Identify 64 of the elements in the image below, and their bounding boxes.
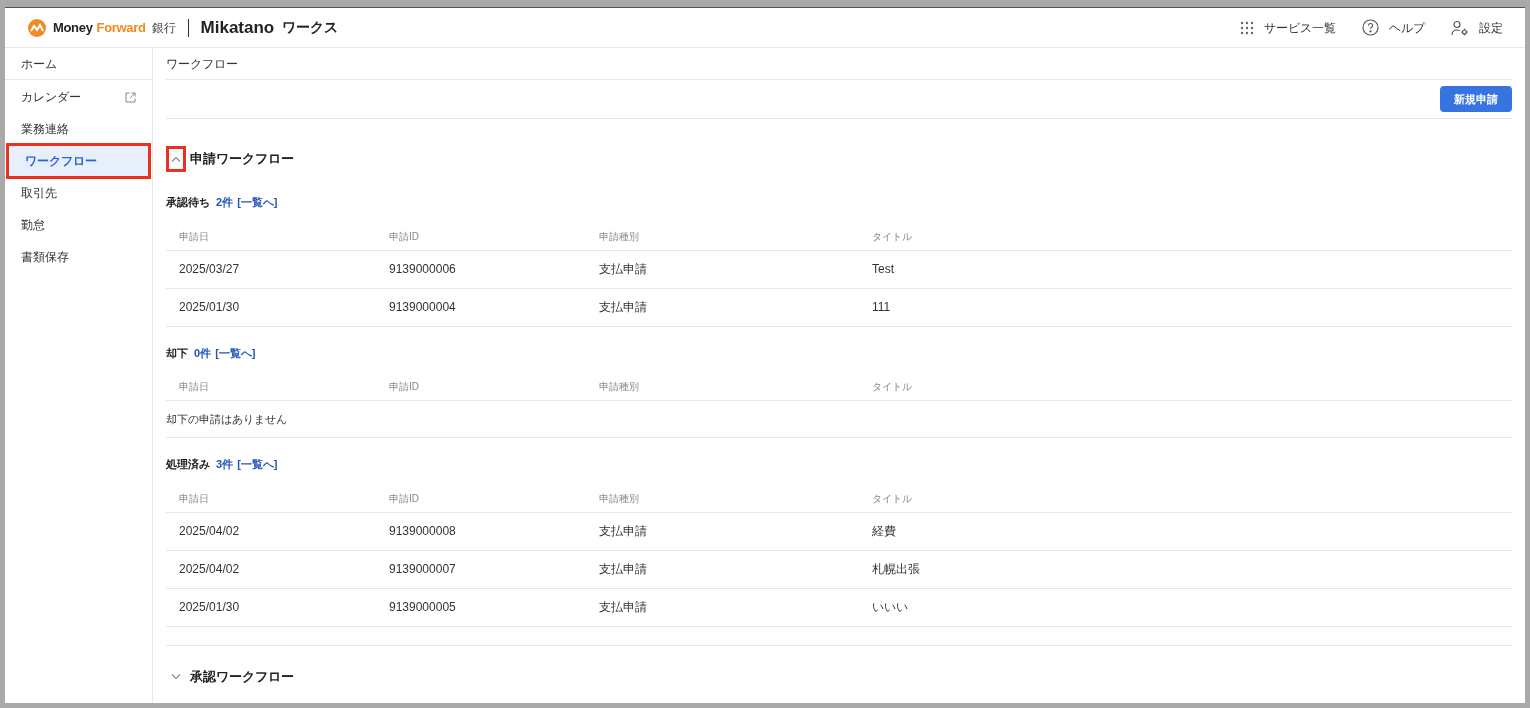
new-request-button[interactable]: 新規申請	[1440, 86, 1512, 112]
page-title: ワークフロー	[166, 48, 1512, 80]
column-header: 申請種別	[599, 229, 640, 244]
header-link[interactable]: ヘルプ	[1362, 18, 1425, 37]
group-label: 処理済み	[166, 457, 210, 472]
table-cell-text: 支払申請	[599, 261, 648, 278]
sidebar-item[interactable]: ホーム	[5, 48, 152, 79]
sidebar-item[interactable]: 書類保存	[5, 241, 152, 273]
product-suffix: ワークス	[282, 18, 339, 37]
header-link[interactable]: 設定	[1451, 18, 1503, 37]
group-label: 却下	[166, 345, 188, 361]
logo-icon	[27, 17, 47, 38]
sidebar-item[interactable]: カレンダー	[5, 81, 152, 113]
table-cell-text: 9139000007	[389, 561, 457, 578]
column-header: タイトル	[872, 491, 913, 506]
table-cell-text: 支払申請	[599, 523, 648, 540]
table-cell-text: 9139000008	[389, 523, 457, 540]
table-cell-text: 2025/04/02	[179, 523, 241, 540]
sidebar-item[interactable]: 勤怠	[5, 209, 152, 241]
column-header: 申請ID	[389, 229, 420, 244]
group-count-link[interactable]: 2件 [一覧へ]	[216, 194, 278, 211]
table-cell-text: 支払申請	[599, 599, 648, 616]
table-cell-text: 経費	[872, 523, 897, 540]
table-cell-text: 2025/04/02	[179, 561, 241, 578]
table-cell-text: 111	[872, 299, 892, 316]
column-header: 申請日	[179, 380, 210, 394]
table-cell-text: 2025/01/30	[179, 299, 241, 316]
table-cell-text: 9139000004	[389, 299, 457, 316]
grid-icon	[1240, 20, 1254, 35]
column-header: タイトル	[872, 229, 913, 244]
section-title: 承認ワークフロー	[190, 667, 294, 686]
table-cell-text: 札幌出張	[872, 561, 921, 578]
table-cell-text: 9139000005	[389, 599, 457, 616]
table-cell-text: 支払申請	[599, 299, 648, 316]
column-header: タイトル	[872, 380, 913, 394]
product-name: Mikatano	[200, 16, 275, 39]
table-cell-text: 2025/03/27	[179, 261, 241, 278]
table-cell-text: 2025/01/30	[179, 599, 241, 616]
chevron-up-icon[interactable]	[171, 156, 181, 162]
group-label: 承認待ち	[166, 195, 210, 210]
empty-message: 却下の申請はありません	[166, 411, 287, 427]
column-header: 申請ID	[389, 491, 420, 506]
brand-suffix: 銀行	[151, 19, 176, 37]
brand-name: Forward	[96, 18, 146, 37]
sidebar-item[interactable]: 取引先	[5, 177, 152, 209]
column-header: 申請ID	[389, 380, 420, 394]
section-title: 申請ワークフロー	[190, 150, 294, 169]
brand-name: Money	[53, 18, 93, 37]
column-header: 申請種別	[599, 491, 640, 506]
column-header: 申請日	[179, 491, 210, 506]
group-count-link[interactable]: 3件 [一覧へ]	[216, 456, 278, 473]
sidebar-item[interactable]: 業務連絡	[5, 113, 152, 145]
sidebar-item[interactable]: ワークフロー	[9, 145, 148, 177]
column-header: 申請種別	[599, 380, 640, 394]
column-header: 申請日	[179, 229, 210, 244]
table-cell-text: 支払申請	[599, 561, 648, 578]
help-icon	[1362, 19, 1379, 36]
table-cell-text: 9139000006	[389, 261, 457, 278]
table-cell-text: いいい	[872, 599, 909, 616]
table-cell-text: Test	[872, 261, 895, 278]
group-count-link[interactable]: 0件 [一覧へ]	[194, 344, 256, 361]
chevron-down-icon[interactable]	[171, 673, 181, 680]
user-gear-icon	[1451, 19, 1469, 36]
header-link[interactable]: サービス一覧	[1240, 18, 1336, 37]
